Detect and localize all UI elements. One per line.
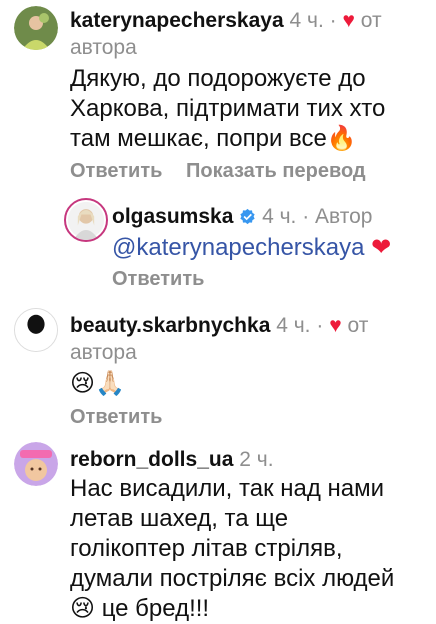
- comment-time: 4 ч.: [289, 9, 324, 32]
- show-translation-button[interactable]: Показать перевод: [186, 160, 366, 182]
- avatar[interactable]: [14, 442, 58, 486]
- comment-text: Нас висадили, так над нами летав шахед, …: [70, 475, 395, 622]
- reply-button[interactable]: Ответить: [70, 160, 162, 182]
- heart-emoji: ❤: [371, 233, 392, 261]
- comment-header: reborn_dolls_ua 2 ч.: [70, 446, 430, 473]
- username[interactable]: katerynapecherskaya: [70, 9, 284, 32]
- comment-text: Дякую, до подорожуєте до Харкова, підтри…: [70, 65, 386, 152]
- reply-actions: Ответить: [112, 266, 222, 292]
- username[interactable]: reborn_dolls_ua: [70, 448, 233, 471]
- comment-actions: Ответить: [70, 404, 180, 430]
- comment-actions: Ответить Показать перевод: [70, 158, 384, 184]
- heart-icon: ♥: [329, 314, 342, 337]
- comment-text: 😢🙏🏻: [70, 369, 125, 397]
- author-label: Автор: [315, 205, 373, 228]
- avatar[interactable]: [14, 6, 58, 50]
- comment-time: 2 ч.: [239, 448, 274, 471]
- reply-text: @katerynapecherskaya ❤: [112, 232, 432, 263]
- comment-time: 4 ч.: [262, 205, 297, 228]
- comment-header: katerynapecherskaya 4 ч. · ♥ от автора: [70, 9, 382, 59]
- heart-icon: ♥: [342, 9, 355, 32]
- username[interactable]: olgasumska: [112, 205, 233, 228]
- reply-header: olgasumska 4 ч. · Автор: [112, 205, 373, 228]
- avatar[interactable]: [64, 198, 108, 242]
- avatar[interactable]: [14, 308, 58, 352]
- reply-button[interactable]: Ответить: [112, 268, 204, 290]
- reply-button[interactable]: Ответить: [70, 406, 162, 428]
- verified-icon: [240, 208, 255, 225]
- mention-link[interactable]: @katerynapecherskaya: [112, 234, 365, 261]
- comment-header: beauty.skarbnychka 4 ч. · ♥ от автора: [70, 314, 369, 364]
- username[interactable]: beauty.skarbnychka: [70, 314, 270, 337]
- comment-time: 4 ч.: [276, 314, 311, 337]
